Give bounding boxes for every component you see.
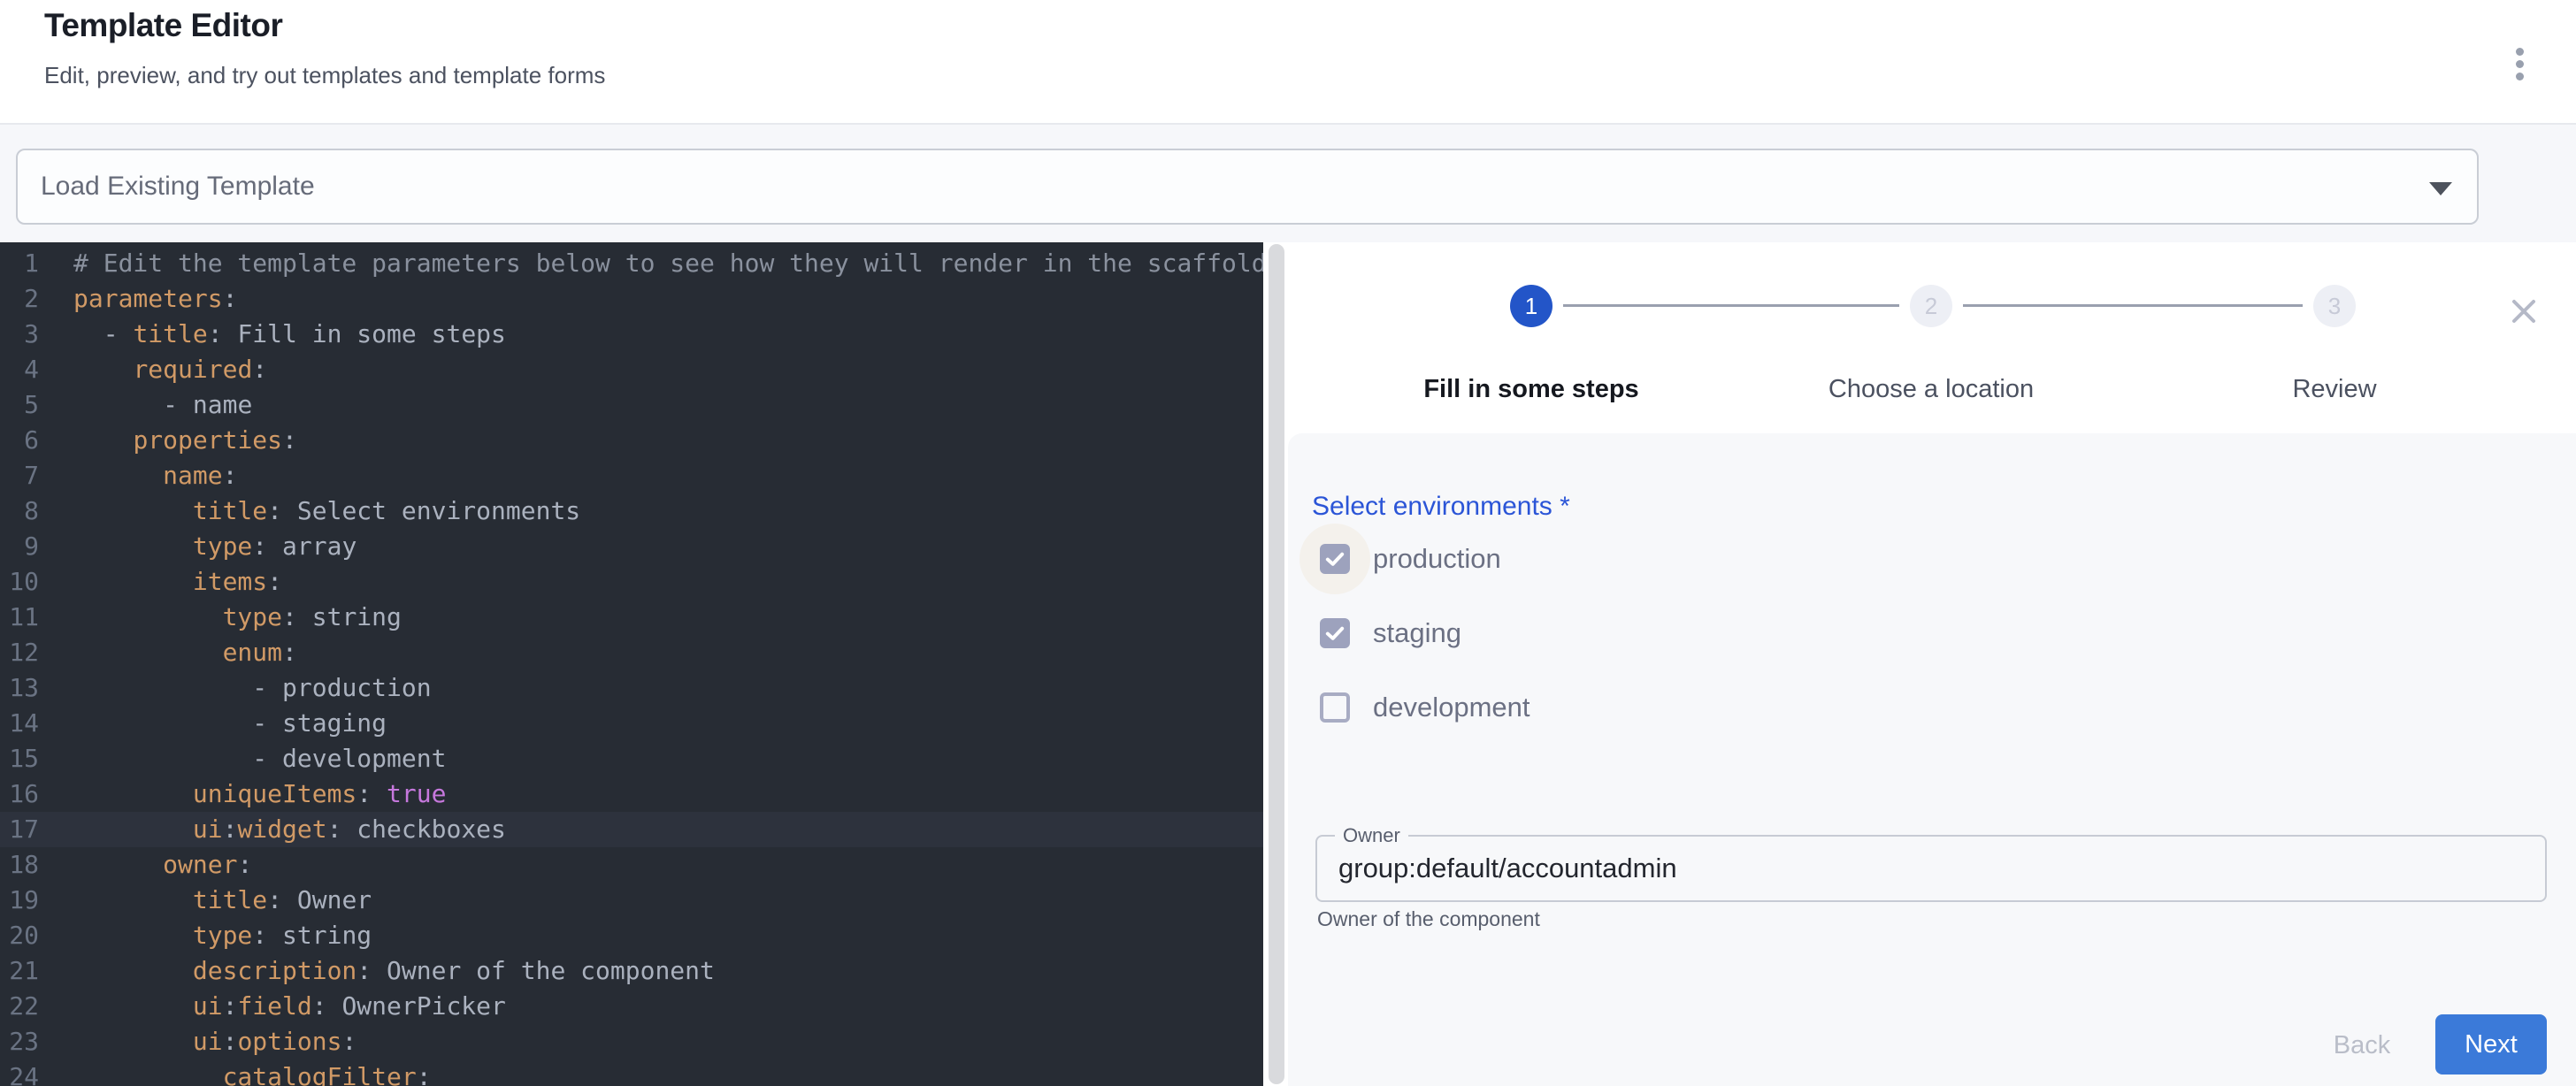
code-line-20[interactable]: 20 type: string [0, 918, 1263, 953]
code-line-13[interactable]: 13 - production [0, 670, 1263, 706]
yaml-code-editor[interactable]: 1# Edit the template parameters below to… [0, 242, 1263, 1086]
code-line-4[interactable]: 4 required: [0, 352, 1263, 387]
code-line-5[interactable]: 5 - name [0, 387, 1263, 423]
environments-group-label: Select environments * [1312, 492, 1570, 522]
code-line-22[interactable]: 22 ui:field: OwnerPicker [0, 989, 1263, 1024]
kebab-menu-icon[interactable] [2507, 41, 2532, 87]
checkbox-option-staging[interactable]: staging [1320, 616, 1461, 651]
code-line-3[interactable]: 3 - title: Fill in some steps [0, 317, 1263, 352]
code-line-14[interactable]: 14 - staging [0, 706, 1263, 741]
load-template-select-value: Load Existing Template [41, 172, 315, 202]
code-line-8[interactable]: 8 title: Select environments [0, 493, 1263, 529]
toolbar: Load Existing Template [0, 125, 2576, 242]
code-line-6[interactable]: 6 properties: [0, 423, 1263, 458]
owner-input[interactable]: Owner group:default/accountadmin [1315, 835, 2547, 902]
owner-input-value: group:default/accountadmin [1338, 837, 1677, 900]
code-line-18[interactable]: 18 owner: [0, 847, 1263, 883]
step-1-indicator: 1 [1510, 285, 1552, 327]
code-line-7[interactable]: 7 name: [0, 458, 1263, 493]
code-line-17[interactable]: 17 ui:widget: checkboxes [0, 812, 1263, 847]
page-header: Template Editor Edit, preview, and try o… [0, 0, 2576, 125]
code-line-2[interactable]: 2parameters: [0, 281, 1263, 317]
step-connector [1563, 304, 1899, 307]
step-3-indicator: 3 [2313, 285, 2356, 327]
load-template-select[interactable]: Load Existing Template [16, 149, 2479, 225]
required-asterisk: * [1560, 492, 1570, 521]
page-subtitle: Edit, preview, and try out templates and… [44, 62, 605, 89]
code-line-12[interactable]: 12 enum: [0, 635, 1263, 670]
code-line-16[interactable]: 16 uniqueItems: true [0, 776, 1263, 812]
checkbox-option-production[interactable]: production [1320, 541, 1501, 577]
checkbox-unchecked-icon[interactable] [1320, 692, 1350, 723]
code-line-24[interactable]: 24 catalogFilter: [0, 1059, 1263, 1086]
chevron-down-icon [2429, 182, 2452, 195]
step-3-label: Review [2292, 375, 2376, 404]
code-line-11[interactable]: 11 type: string [0, 600, 1263, 635]
next-button[interactable]: Next [2435, 1014, 2547, 1075]
step-connector [1963, 304, 2303, 307]
owner-helper-text: Owner of the component [1317, 907, 1540, 931]
code-line-23[interactable]: 23 ui:options: [0, 1024, 1263, 1059]
code-line-19[interactable]: 19 title: Owner [0, 883, 1263, 918]
code-line-10[interactable]: 10 items: [0, 564, 1263, 600]
code-line-21[interactable]: 21 description: Owner of the component [0, 953, 1263, 989]
code-line-9[interactable]: 9 type: array [0, 529, 1263, 564]
form-card [1288, 433, 2576, 1086]
back-button[interactable]: Back [2300, 1021, 2424, 1070]
template-editor-page: Template Editor Edit, preview, and try o… [0, 0, 2576, 1086]
checkbox-checked-icon[interactable] [1320, 618, 1350, 648]
editor-scrollbar[interactable] [1269, 244, 1284, 1084]
step-2-label: Choose a location [1828, 375, 2034, 404]
page-title: Template Editor [44, 7, 282, 44]
code-line-1[interactable]: 1# Edit the template parameters below to… [0, 246, 1263, 281]
step-2-indicator: 2 [1910, 285, 1952, 327]
checkbox-option-development[interactable]: development [1320, 690, 1530, 725]
step-1-label: Fill in some steps [1423, 375, 1638, 404]
close-icon[interactable] [2507, 294, 2541, 328]
checkbox-checked-icon[interactable] [1320, 544, 1350, 574]
code-line-15[interactable]: 15 - development [0, 741, 1263, 776]
